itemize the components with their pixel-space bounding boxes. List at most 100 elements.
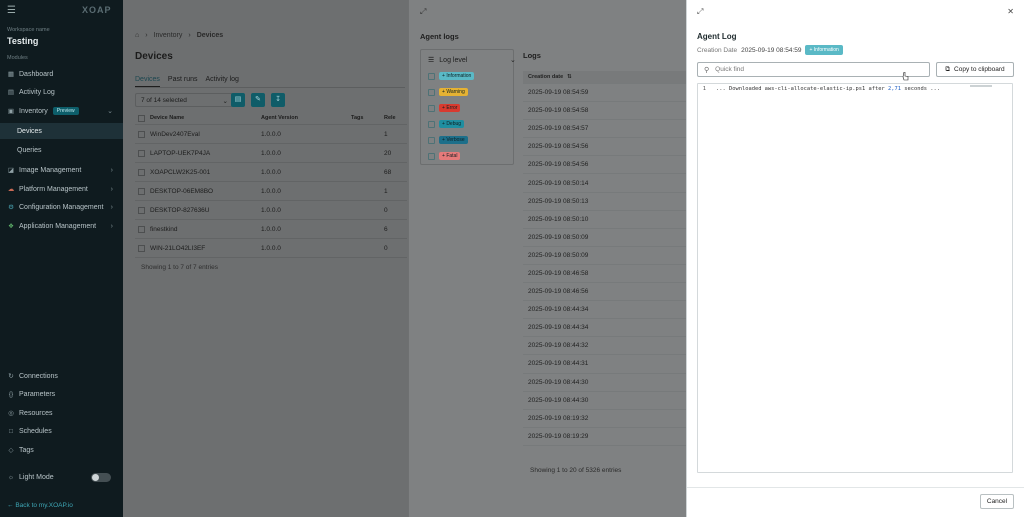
sidebar-item-parameters[interactable]: {} Parameters [0,386,123,402]
table-row[interactable]: 2025-09-19 08:50:10 [523,211,687,229]
quick-find-input[interactable] [715,66,916,73]
sidebar-item-image-management[interactable]: ◪ Image Management › [0,162,123,178]
row-checkbox[interactable] [138,225,145,233]
chevron-right-icon[interactable]: › [111,167,113,174]
log-level-option[interactable]: + Fatal [428,151,461,161]
sidebar-item-devices[interactable]: Devices [0,123,123,139]
table-row[interactable]: 2025-09-19 08:54:59 [523,84,687,103]
device-name[interactable]: WinDev2407Eval [150,131,261,138]
log-level-option[interactable]: + Information [428,71,475,81]
sidebar-item-tags[interactable]: ◇ Tags [0,442,123,458]
device-name[interactable]: DESKTOP-827636U [150,207,261,214]
table-row[interactable]: 2025-09-19 08:46:58 [523,265,687,284]
copy-to-clipboard-button[interactable]: ⧉ Copy to clipboard [936,62,1014,77]
sort-icon[interactable]: ⇅ [567,74,572,80]
chevron-right-icon[interactable]: › [111,204,113,211]
light-mode-toggle[interactable] [91,472,111,482]
column-header-rele[interactable]: Rele [384,115,404,121]
sidebar-item-resources[interactable]: ◎ Resources [0,405,123,421]
table-row[interactable]: 2025-09-19 08:50:09 [523,229,687,247]
sidebar-item-connections[interactable]: ↻ Connections [0,368,123,384]
hamburger-menu-icon[interactable]: ☰ [7,5,16,16]
row-checkbox[interactable] [138,130,145,138]
download-button[interactable]: ↧ [271,93,285,107]
expand-icon[interactable]: ⤢ [697,7,703,17]
export-button[interactable]: ▤ [231,93,245,107]
cancel-button[interactable]: Cancel [980,494,1014,509]
level-checkbox[interactable] [428,72,435,80]
level-checkbox[interactable] [428,136,435,144]
table-row[interactable]: 2025-09-19 08:54:56 [523,138,687,157]
row-checkbox[interactable] [138,168,145,176]
expand-icon[interactable]: ⤢ [420,7,426,17]
device-name[interactable]: XOAPCLW2K25-001 [150,169,261,176]
table-row[interactable]: 2025-09-19 08:44:30 [523,374,687,392]
edit-button[interactable]: ✎ [251,93,265,107]
tab-devices[interactable]: Devices [135,76,160,87]
table-row[interactable]: 2025-09-19 08:54:57 [523,120,687,139]
device-name[interactable]: WIN-21LO42LI3EF [150,245,261,252]
chevron-right-icon[interactable]: › [111,223,113,230]
table-row[interactable]: 2025-09-19 08:19:29 [523,428,687,446]
row-checkbox[interactable] [138,187,145,195]
table-row[interactable]: 2025-09-19 08:50:13 [523,193,687,211]
table-row[interactable]: 2025-09-19 08:46:56 [523,283,687,302]
table-row[interactable]: WIN-21LO42LI3EF 1.0.0.0 0 [135,239,407,258]
sidebar-item-platform-management[interactable]: ☁ Platform Management › [0,181,123,197]
chevron-right-icon[interactable]: › [111,186,113,193]
tab-activity-log[interactable]: Activity log [205,76,238,87]
table-row[interactable]: DESKTOP-827636U 1.0.0.0 0 [135,201,407,220]
close-icon[interactable]: ✕ [1007,7,1014,16]
row-checkbox[interactable] [138,244,145,252]
device-name[interactable]: DESKTOP-06EM8BO [150,188,261,195]
sidebar-item-configuration-management[interactable]: ⚙ Configuration Management › [0,199,123,215]
log-level-option[interactable]: + Debug [428,119,465,129]
back-link[interactable]: ← Back to my.XOAP.io [7,502,73,509]
sidebar-item-queries[interactable]: Queries [0,142,123,158]
log-level-header[interactable]: ☰ Log level ⌄ [428,56,516,65]
log-level-option[interactable]: + Error [428,103,461,113]
device-name[interactable]: LAPTOP-UEK7P4JA [150,150,261,157]
table-row[interactable]: DESKTOP-06EM8BO 1.0.0.0 1 [135,182,407,201]
select-all-checkbox[interactable] [138,114,145,122]
column-header-creation-date[interactable]: Creation date [528,74,563,80]
log-level-option[interactable]: + Warning [428,87,468,97]
table-row[interactable]: 2025-09-19 08:19:32 [523,410,687,428]
home-icon[interactable]: ⌂ [135,32,139,39]
log-level-option[interactable]: + Verbose [428,135,468,145]
table-row[interactable]: finestkind 1.0.0.0 6 [135,220,407,239]
sidebar-item-application-management[interactable]: ❖ Application Management › [0,218,123,234]
table-row[interactable]: LAPTOP-UEK7P4JA 1.0.0.0 20 [135,144,407,163]
table-row[interactable]: 2025-09-19 08:44:34 [523,319,687,338]
chevron-down-icon[interactable]: ⌄ [107,107,113,115]
sidebar-item-dashboard[interactable]: ▦ Dashboard [0,66,123,82]
table-row[interactable]: 2025-09-19 08:44:34 [523,301,687,320]
sidebar-item-schedules[interactable]: □ Schedules [0,423,123,439]
table-row[interactable]: 2025-09-19 08:44:31 [523,355,687,374]
table-row[interactable]: XOAPCLW2K25-001 1.0.0.0 68 [135,163,407,182]
table-row[interactable]: 2025-09-19 08:50:14 [523,174,687,193]
table-row[interactable]: 2025-09-19 08:54:58 [523,102,687,121]
column-header-agent-version[interactable]: Agent Version [261,115,351,121]
device-name[interactable]: finestkind [150,226,261,233]
level-checkbox[interactable] [428,104,435,112]
level-checkbox[interactable] [428,88,435,96]
level-checkbox[interactable] [428,120,435,128]
row-checkbox[interactable] [138,149,145,157]
scroll-indicator[interactable] [970,85,992,87]
sidebar-item-inventory[interactable]: ▣ Inventory Preview ⌄ [0,103,123,119]
tab-past-runs[interactable]: Past runs [168,76,198,87]
level-checkbox[interactable] [428,152,435,160]
table-row[interactable]: 2025-09-19 08:44:32 [523,337,687,356]
table-row[interactable]: 2025-09-19 08:54:56 [523,156,687,175]
selection-dropdown[interactable]: 7 of 14 selected ⌄ [135,93,233,107]
table-row[interactable]: 2025-09-19 08:50:09 [523,247,687,265]
table-row[interactable]: 2025-09-19 08:44:30 [523,392,687,410]
sidebar-item-activity-log[interactable]: ▤ Activity Log [0,84,123,100]
log-code-viewer[interactable]: 1 ... Downloaded aws-cli-allocate-elasti… [697,83,1013,473]
column-header-tags[interactable]: Tags [351,115,384,121]
workspace-name[interactable]: Testing [7,36,38,46]
table-row[interactable]: WinDev2407Eval 1.0.0.0 1 [135,125,407,144]
column-header-device-name[interactable]: Device Name [150,115,261,121]
row-checkbox[interactable] [138,206,145,214]
